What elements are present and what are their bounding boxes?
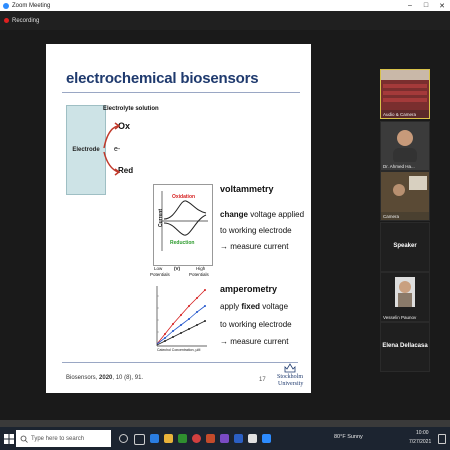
amperometry-heading: amperometry (220, 284, 278, 294)
reference-year: 2020 (99, 375, 113, 381)
slide-title: electrochemical biosensors (66, 70, 259, 87)
participant-name: Dr. Ahmed Ha... (383, 164, 415, 169)
participant-tile-elena[interactable]: Elena Dellacasa (380, 322, 430, 372)
amperometry-x-axis-label: Catechol Concentration, µM (157, 348, 201, 352)
participant-tile-vesselin[interactable]: Vesselin Paunov (380, 272, 430, 322)
electrode-box: Electrode (66, 105, 106, 195)
file-explorer-icon[interactable] (164, 434, 173, 443)
shared-slide: electrochemical biosensors Electrode Ele… (46, 44, 311, 393)
minimize-button[interactable]: – (402, 2, 418, 9)
voltammetry-line1: change voltage applied (220, 210, 304, 219)
search-placeholder: Type here to search (31, 435, 85, 442)
task-view-icon[interactable] (134, 434, 145, 445)
x-unit-label: (V) (174, 266, 180, 271)
footer-divider (62, 362, 298, 363)
participant-name: Vesselin Paunov (383, 315, 417, 320)
taskbar-search-box[interactable]: Type here to search (16, 430, 111, 447)
voltammetry-line2: to working electrode (220, 226, 292, 235)
page-number: 17 (259, 377, 266, 383)
reference-rest: , 10 (8), 91. (112, 375, 144, 381)
x-low-sub-label: Potentials (150, 272, 170, 277)
voltammetry-heading: voltammetry (220, 184, 274, 194)
weather-widget[interactable]: 80°F Sunny (334, 434, 363, 440)
voltammogram-graph: Current Oxidation Reduction (153, 184, 213, 266)
window-titlebar: Zoom Meeting – □ ✕ (0, 0, 450, 11)
electrolyte-label: Electrolyte solution (103, 106, 159, 112)
stockholm-university-logo: Stockholm University (272, 363, 308, 393)
recording-label: Recording (12, 17, 40, 24)
close-button[interactable]: ✕ (434, 2, 450, 10)
edge-icon[interactable] (150, 434, 159, 443)
participant-tile-ahmed[interactable]: Dr. Ahmed Ha... (380, 121, 430, 171)
recording-bar: Recording (0, 11, 450, 30)
windows-taskbar: Type here to search 80°F Sunny 10:00 7/2… (0, 427, 450, 450)
clock-time[interactable]: 10:00 (416, 430, 429, 436)
participant-name: Camera (383, 214, 400, 219)
clock-date[interactable]: 7/27/2021 (409, 439, 431, 445)
voltammetry-line3: → measure current (220, 242, 289, 251)
elena-label: Elena Dellacasa (382, 343, 428, 349)
amperometry-pre: apply (220, 302, 242, 311)
search-icon (20, 435, 28, 443)
x-high-sub-label: Potentials (189, 272, 209, 277)
amperometry-graph: Catechol Concentration, µM (151, 284, 209, 356)
participant-tile-camera[interactable]: Camera (380, 171, 430, 221)
x-high-label: High (196, 266, 206, 271)
zoom-taskbar-icon[interactable] (262, 434, 271, 443)
x-low-label: Low (154, 266, 163, 271)
amperometry-line1: apply fixed voltage (220, 302, 288, 311)
participant-name: Audio & Camera (383, 112, 417, 117)
amperometry-bold: fixed (241, 302, 261, 311)
maximize-button[interactable]: □ (418, 2, 434, 9)
university-crest-icon (284, 363, 296, 373)
powerpoint-icon[interactable] (206, 434, 215, 443)
amperometry-line2: to working electrode (220, 320, 292, 329)
participant-tile-speaker[interactable]: Speaker (380, 222, 430, 272)
voltammetry-line1-rest: voltage applied (248, 210, 305, 219)
cortana-icon[interactable] (119, 434, 128, 443)
notification-icon[interactable] (438, 434, 446, 444)
zoom-app-icon (3, 2, 9, 9)
amperometry-line3: → measure current (220, 337, 289, 346)
amperometry-line1-rest: voltage (260, 302, 289, 311)
reference-journal: Biosensors (66, 375, 96, 381)
excel-icon[interactable] (178, 434, 187, 443)
participant-photo (395, 277, 415, 307)
windows-start-icon[interactable] (4, 434, 14, 444)
reduction-label: Reduction (170, 240, 195, 246)
lecture-hall-image (381, 70, 429, 110)
y-axis-label: Current (158, 208, 165, 228)
redox-arrows-icon (103, 122, 121, 176)
logo-line1: Stockholm (277, 374, 304, 380)
recording-icon (4, 18, 9, 23)
app-icon-2[interactable] (248, 434, 257, 443)
window-title: Zoom Meeting (12, 2, 51, 9)
participant-avatar (393, 130, 417, 164)
reference-citation: Biosensors, 2020, 10 (8), 91. (66, 375, 144, 381)
amperometry-plot (156, 286, 207, 347)
participant-video (381, 172, 429, 212)
speaker-label: Speaker (393, 243, 417, 249)
title-divider (62, 92, 300, 93)
logo-line2: University (278, 381, 304, 387)
participant-tile-audio-camera[interactable]: Audio & Camera (380, 69, 430, 119)
chrome-icon[interactable] (192, 434, 201, 443)
app-icon[interactable] (220, 434, 229, 443)
voltammetry-bold: change (220, 210, 249, 219)
oxidation-label: Oxidation (172, 194, 196, 200)
electrode-label: Electrode (72, 147, 100, 153)
word-icon[interactable] (234, 434, 243, 443)
